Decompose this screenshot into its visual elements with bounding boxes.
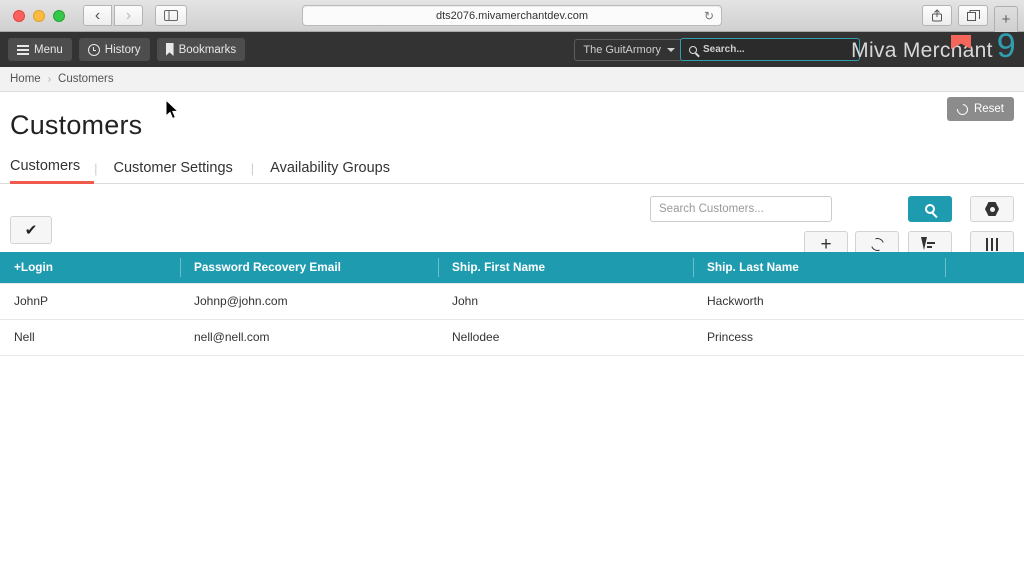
search-button[interactable]	[908, 196, 952, 222]
logo-version: 9	[996, 27, 1016, 65]
column-header-login[interactable]: +Login	[0, 252, 180, 283]
breadcrumb-home[interactable]: Home	[10, 73, 41, 85]
url-text: dts2076.mivamerchantdev.com	[435, 9, 589, 22]
window-controls	[13, 9, 65, 22]
breadcrumb-separator-icon: ›	[47, 73, 52, 85]
advanced-search-icon	[985, 202, 999, 216]
list-toolbar: Search Customers... + ✔	[0, 184, 1024, 257]
tabs-glyph	[966, 9, 980, 21]
page-container: Customers Customers | Customer Settings …	[0, 92, 1024, 574]
minimize-window-button[interactable]	[33, 9, 45, 22]
global-search-input[interactable]: Search...	[680, 38, 860, 61]
sidebar-icon[interactable]	[155, 5, 187, 26]
bookmark-icon	[165, 43, 174, 56]
cell-last-name: Princess	[693, 319, 945, 356]
cell-login[interactable]: JohnP	[0, 282, 180, 320]
checkmark-icon: ✔	[24, 222, 38, 239]
maximize-window-button[interactable]	[53, 9, 65, 22]
breadcrumb: Home › Customers	[0, 67, 1024, 92]
tabs-overview-icon[interactable]	[958, 5, 988, 26]
plus-icon: +	[820, 233, 832, 255]
navigation-buttons: ‹ ›	[83, 5, 143, 26]
column-header-password-recovery-email[interactable]: Password Recovery Email	[180, 252, 438, 283]
column-header-ship-first-name[interactable]: Ship. First Name	[438, 252, 693, 283]
browser-toolbar: ‹ › dts2076.mivamerchantdev.com ↻ +	[0, 0, 1024, 32]
chrome-right-buttons: +	[922, 5, 1018, 32]
bookmarks-button[interactable]: Bookmarks	[156, 38, 246, 61]
refresh-icon	[868, 235, 886, 253]
share-glyph	[932, 9, 942, 22]
reload-icon[interactable]: ↻	[704, 9, 714, 23]
cell-spacer	[945, 282, 1024, 320]
share-icon[interactable]	[922, 5, 952, 26]
table-body: JohnP Johnp@john.com John Hackworth Nell…	[0, 282, 1024, 356]
forward-icon[interactable]: ›	[114, 5, 143, 26]
customers-table: +Login Password Recovery Email Ship. Fir…	[0, 252, 1024, 356]
close-window-button[interactable]	[13, 9, 25, 22]
tab-divider: |	[250, 161, 255, 176]
cell-first-name: Nellodee	[438, 319, 693, 356]
history-label: History	[104, 43, 141, 56]
column-header-spacer	[945, 252, 1024, 283]
miva-top-bar: Menu History Bookmarks The GuitArmory Se…	[0, 27, 1024, 67]
bookmarks-label: Bookmarks	[178, 43, 237, 56]
menu-button[interactable]: Menu	[8, 38, 72, 61]
tab-bar: Customers | Customer Settings | Availabi…	[0, 97, 1024, 184]
reset-label: Reset	[973, 103, 1004, 115]
reset-icon	[954, 101, 971, 117]
cell-last-name: Hackworth	[693, 282, 945, 320]
tab-customers[interactable]: Customers	[10, 154, 95, 184]
tab-customers-label: Customers	[10, 158, 81, 174]
tab-customer-settings[interactable]: Customer Settings	[114, 156, 251, 183]
global-search-placeholder: Search...	[703, 44, 745, 55]
clock-icon	[87, 43, 100, 56]
column-header-ship-last-name[interactable]: Ship. Last Name	[693, 252, 945, 283]
logo-text: Miva Merchant	[851, 39, 993, 62]
tab-customer-settings-label: Customer Settings	[113, 160, 233, 176]
cell-email: nell@nell.com	[180, 319, 438, 356]
search-customers-input[interactable]: Search Customers...	[650, 196, 832, 222]
table-row[interactable]: JohnP Johnp@john.com John Hackworth	[0, 282, 1024, 320]
miva-merchant-logo: Miva Merchant 9	[851, 27, 1016, 65]
hamburger-icon	[17, 44, 29, 55]
search-customers-placeholder: Search Customers...	[659, 203, 764, 215]
address-bar[interactable]: dts2076.mivamerchantdev.com ↻	[302, 5, 722, 26]
reset-button[interactable]: Reset	[946, 97, 1014, 121]
cell-login[interactable]: Nell	[0, 319, 180, 356]
store-selector[interactable]: The GuitArmory	[574, 38, 684, 61]
select-all-button[interactable]: ✔	[10, 216, 52, 244]
mouse-cursor	[166, 100, 180, 120]
search-icon	[925, 204, 935, 214]
tab-availability-groups[interactable]: Availability Groups	[270, 156, 408, 183]
search-icon	[689, 45, 697, 54]
customers-table-area: +Login Password Recovery Email Ship. Fir…	[0, 252, 1024, 574]
breadcrumb-current: Customers	[58, 73, 114, 85]
table-head: +Login Password Recovery Email Ship. Fir…	[0, 252, 1024, 283]
store-name: The GuitArmory	[583, 43, 661, 56]
history-button[interactable]: History	[78, 38, 150, 61]
table-row[interactable]: Nell nell@nell.com Nellodee Princess	[0, 319, 1024, 356]
tab-divider: |	[94, 161, 98, 176]
sort-icon	[921, 237, 939, 251]
advanced-search-button[interactable]	[970, 196, 1014, 222]
menu-label: Menu	[34, 43, 63, 56]
page-title: Customers	[10, 110, 143, 140]
back-icon[interactable]: ‹	[83, 5, 112, 26]
tab-availability-groups-label: Availability Groups	[270, 160, 390, 176]
sidebar-glyph	[164, 10, 178, 21]
cell-spacer	[945, 319, 1024, 356]
columns-icon	[985, 237, 999, 251]
cell-first-name: John	[438, 282, 693, 320]
cell-email: Johnp@john.com	[180, 282, 438, 320]
table-header-row: +Login Password Recovery Email Ship. Fir…	[0, 252, 1024, 283]
chevron-down-icon	[667, 47, 675, 52]
